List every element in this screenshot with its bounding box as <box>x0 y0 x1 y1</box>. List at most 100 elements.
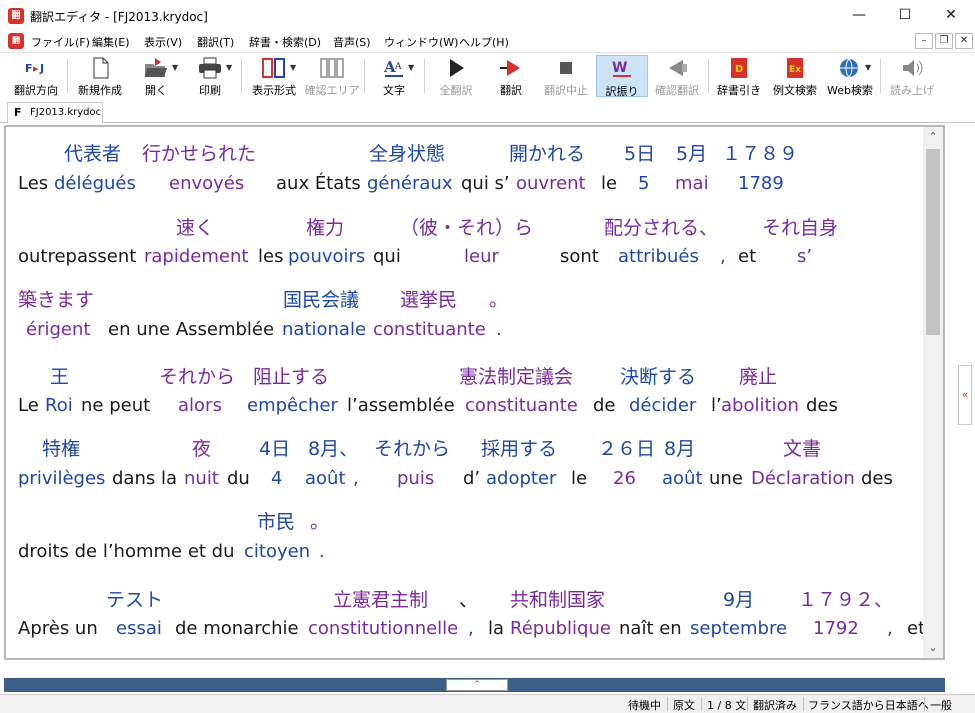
splitter-expand-icon[interactable]: ⌃ <box>446 679 508 691</box>
source-word[interactable]: Le <box>18 395 39 416</box>
source-word[interactable]: le <box>571 468 587 489</box>
source-word[interactable]: attribués <box>618 246 699 267</box>
source-word[interactable]: qui <box>373 246 401 267</box>
source-word[interactable]: qui s’ <box>461 173 510 194</box>
source-word[interactable]: août <box>662 468 703 489</box>
source-word[interactable]: Déclaration <box>751 468 855 489</box>
gloss-word[interactable]: 阻止する <box>253 362 329 389</box>
web-search-button[interactable]: Web検索 ▼ <box>825 55 875 97</box>
gloss-word[interactable]: 4日 <box>259 434 290 461</box>
source-word[interactable]: érigent <box>26 319 90 340</box>
source-word[interactable]: délégués <box>54 173 136 194</box>
gloss-word[interactable]: １７９２、 <box>798 585 893 612</box>
gloss-word[interactable]: 。 <box>489 285 508 312</box>
source-word[interactable]: Les <box>18 173 48 194</box>
source-word[interactable]: des <box>806 395 838 416</box>
gloss-word[interactable]: 共和制国家 <box>510 585 605 612</box>
source-word[interactable]: adopter <box>486 468 556 489</box>
translate-all-button[interactable]: 全翻訳 <box>430 55 482 97</box>
maximize-icon[interactable]: ☐ <box>882 0 928 31</box>
gloss-word[interactable]: 速く <box>176 213 214 240</box>
gloss-word[interactable]: 選挙民 <box>400 285 457 312</box>
source-word[interactable]: la <box>488 618 504 639</box>
read-aloud-button[interactable]: 読み上げ <box>884 55 940 97</box>
scroll-thumb[interactable] <box>926 149 940 335</box>
vertical-scrollbar[interactable]: ⌃ ⌄ <box>923 127 943 658</box>
source-word[interactable]: constituante <box>373 319 486 340</box>
source-word[interactable]: du <box>227 468 250 489</box>
source-word[interactable]: privilèges <box>18 468 105 489</box>
source-word[interactable]: septembre <box>690 618 787 639</box>
menu-view[interactable]: 表示(V) <box>144 34 182 50</box>
scroll-up-icon[interactable]: ⌃ <box>923 127 943 147</box>
source-word[interactable]: alors <box>178 395 222 416</box>
furigana-button[interactable]: W 訳振り <box>596 55 648 98</box>
source-word[interactable]: de <box>593 395 616 416</box>
source-word[interactable]: août <box>305 468 346 489</box>
example-search-button[interactable]: Ex 例文検索 <box>767 55 823 97</box>
minimize-icon[interactable]: — <box>836 0 882 31</box>
source-word[interactable]: des <box>861 468 893 489</box>
side-panel-toggle-icon[interactable]: « <box>958 365 972 425</box>
menu-edit[interactable]: 編集(E) <box>92 34 130 50</box>
confirm-translate-button[interactable]: 確認翻訳 <box>650 55 704 97</box>
gloss-word[interactable]: 権力 <box>306 213 344 240</box>
gloss-word[interactable]: 廃止 <box>739 362 777 389</box>
source-word[interactable]: dans la <box>112 468 177 489</box>
gloss-word[interactable]: 決断する <box>620 362 696 389</box>
new-button[interactable]: 新規作成 <box>72 55 128 97</box>
source-word[interactable]: s’ <box>797 246 812 267</box>
source-word[interactable]: Après un <box>18 618 98 639</box>
gloss-word[interactable]: それ自身 <box>762 213 838 240</box>
print-dropdown-icon[interactable]: ▼ <box>226 63 232 72</box>
gloss-word[interactable]: 築きます <box>18 285 94 312</box>
gloss-word[interactable]: テスト <box>106 585 163 612</box>
menu-dictionary-search[interactable]: 辞書・検索(D) <box>249 34 321 50</box>
translate-button[interactable]: 翻訳 <box>486 55 536 97</box>
menu-help[interactable]: ヘルプ(H) <box>459 34 509 50</box>
source-word[interactable]: . <box>319 541 325 562</box>
source-word[interactable]: citoyen <box>244 541 310 562</box>
gloss-word[interactable]: 代表者 <box>64 139 121 166</box>
stop-button[interactable]: 翻訳中止 <box>538 55 594 97</box>
direction-button[interactable]: F ▸ J 翻訳方向 <box>8 55 64 97</box>
source-word[interactable]: ne peut <box>81 395 150 416</box>
gloss-word[interactable]: 市民 <box>257 507 295 534</box>
source-word[interactable]: 1792 <box>813 618 859 639</box>
open-button[interactable]: 開く ▼ <box>132 55 180 97</box>
source-word[interactable]: et <box>738 246 756 267</box>
source-word[interactable]: . <box>496 319 502 340</box>
source-word[interactable]: d’ <box>463 468 480 489</box>
layout-dropdown-icon[interactable]: ▼ <box>290 63 296 72</box>
source-word[interactable]: sont <box>560 246 599 267</box>
menu-speech[interactable]: 音声(S) <box>333 34 371 50</box>
source-word[interactable]: leur <box>464 246 499 267</box>
source-word[interactable]: généraux <box>367 173 452 194</box>
source-word[interactable]: 26 <box>613 468 636 489</box>
gloss-word[interactable]: 5月 <box>676 139 707 166</box>
menu-file[interactable]: ファイル(F) <box>31 34 90 50</box>
source-word[interactable]: mai <box>675 173 709 194</box>
source-word[interactable]: aux États <box>276 173 361 194</box>
source-word[interactable]: outrepassent <box>18 246 136 267</box>
document-tab[interactable]: F FJ2013.krydoc <box>7 102 103 123</box>
source-word[interactable]: , <box>353 468 359 489</box>
gloss-word[interactable]: 王 <box>50 362 69 389</box>
layout-button[interactable]: 表示形式 ▼ <box>246 55 302 97</box>
text-dropdown-icon[interactable]: ▼ <box>408 63 414 72</box>
web-search-dropdown-icon[interactable]: ▼ <box>865 63 871 72</box>
gloss-word[interactable]: （彼・それ）ら <box>400 213 533 240</box>
gloss-word[interactable]: 9月 <box>723 585 754 612</box>
menu-window[interactable]: ウィンドウ(W) <box>384 34 458 50</box>
gloss-word[interactable]: 国民会議 <box>283 285 359 312</box>
gloss-word[interactable]: 8月、 <box>308 434 358 461</box>
gloss-word[interactable]: 8月 <box>664 434 695 461</box>
source-word[interactable]: les <box>258 246 283 267</box>
gloss-word[interactable]: １７８９ <box>722 139 798 166</box>
gloss-word[interactable]: 夜 <box>192 434 211 461</box>
source-word[interactable]: , <box>468 618 474 639</box>
source-word[interactable]: constituante <box>465 395 578 416</box>
source-word[interactable]: ouvrent <box>516 173 586 194</box>
source-word[interactable]: l’assemblée <box>347 395 455 416</box>
gloss-word[interactable]: ２６日 <box>598 434 655 461</box>
